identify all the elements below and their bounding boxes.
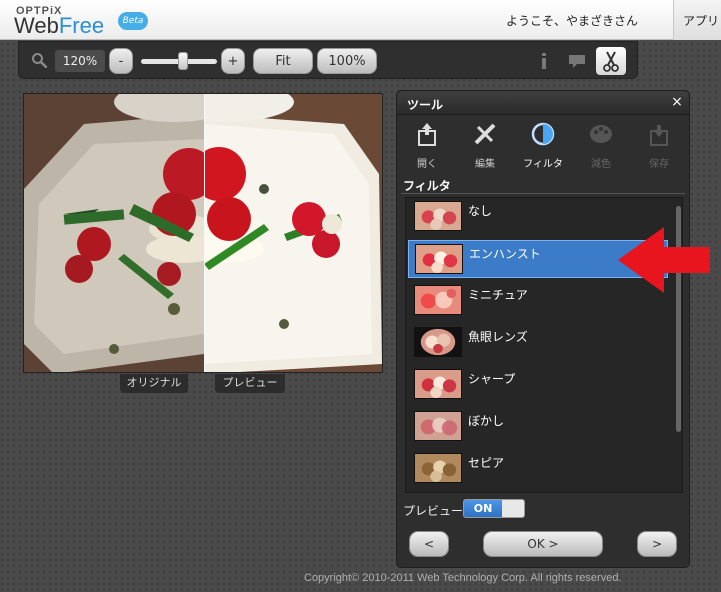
filter-icon xyxy=(531,122,555,146)
zoom-level-display: 120% xyxy=(55,50,105,72)
preview-label: プレビュー xyxy=(215,374,285,393)
tab-color-reduce: 減色 xyxy=(573,121,629,171)
edit-icon xyxy=(474,123,496,145)
tab-edit-label: 編集 xyxy=(475,159,495,170)
app-header: OPTPiX WebFree Beta ようこそ、やまざきさん アプリ xyxy=(0,0,721,40)
filter-thumb xyxy=(414,453,462,483)
filter-thumb xyxy=(414,369,462,399)
zoom-in-button[interactable]: + xyxy=(221,48,245,74)
original-photo xyxy=(24,94,204,372)
zoom-out-button[interactable]: - xyxy=(109,48,133,74)
filter-item-blur[interactable]: ぼかし xyxy=(408,408,668,446)
tab-edit[interactable]: 編集 xyxy=(457,121,513,171)
filter-name: 魚眼レンズ xyxy=(468,330,528,344)
filter-section-title: フィルタ xyxy=(403,179,451,193)
tab-open-label: 開く xyxy=(417,159,437,170)
fit-button[interactable]: Fit xyxy=(253,48,313,74)
filter-item-sharpen[interactable]: シャープ xyxy=(408,366,668,404)
original-label: オリジナル xyxy=(120,374,188,393)
filter-thumb xyxy=(414,201,462,231)
ok-button[interactable]: OK > xyxy=(483,531,603,557)
tab-open[interactable]: 開く xyxy=(399,121,455,171)
next-button[interactable]: > xyxy=(637,531,677,557)
filter-name: エンハンスト xyxy=(469,247,541,261)
crop-button[interactable] xyxy=(596,47,626,75)
tab-save-label: 保存 xyxy=(649,159,669,170)
filter-thumb xyxy=(414,285,462,315)
preview-toggle-on: ON xyxy=(464,500,502,517)
filter-name: ミニチュア xyxy=(468,288,528,302)
preview-toggle-label: プレビュー xyxy=(403,504,464,518)
beta-badge: Beta xyxy=(118,12,148,30)
previous-button[interactable]: < xyxy=(409,531,449,557)
tool-panel: ツール × 開く 編集 フィルタ 減色 保存 フィルタ なし エンハンスト ミニ… xyxy=(396,90,690,568)
logo-web-text: Web xyxy=(14,13,59,38)
panel-title-bar[interactable]: ツール × xyxy=(397,91,689,115)
filter-item-sepia[interactable]: セピア xyxy=(408,450,668,488)
red-arrow-annotation xyxy=(618,227,710,293)
tab-filter-label: フィルタ xyxy=(523,159,563,170)
tab-save: 保存 xyxy=(631,121,687,171)
logo-free-text: Free xyxy=(58,13,105,38)
preview-photo xyxy=(204,94,382,372)
filter-thumb xyxy=(414,327,462,357)
section-divider xyxy=(401,193,685,194)
palette-icon xyxy=(590,125,612,143)
info-icon xyxy=(542,53,546,69)
apps-tab[interactable]: アプリ xyxy=(674,0,721,40)
info-button[interactable] xyxy=(529,47,559,75)
panel-title: ツール xyxy=(407,98,444,112)
preview-toggle[interactable]: ON xyxy=(463,499,525,518)
filter-item-fisheye[interactable]: 魚眼レンズ xyxy=(408,324,668,362)
tab-filter[interactable]: フィルタ xyxy=(515,121,571,171)
filter-name: シャープ xyxy=(468,372,516,386)
tab-color-reduce-label: 減色 xyxy=(591,159,611,170)
filter-name: セピア xyxy=(468,456,505,470)
zoom-slider-thumb[interactable] xyxy=(177,52,188,70)
filter-thumb xyxy=(415,244,463,274)
save-icon xyxy=(650,125,668,146)
view-toolbar: 120% - + Fit 100% xyxy=(18,41,638,79)
filter-thumb xyxy=(414,411,462,441)
photo-comparison-view[interactable] xyxy=(23,93,383,373)
filter-name: ぼかし xyxy=(468,414,505,428)
logo-webfree: WebFree xyxy=(14,15,104,37)
compare-divider-handle[interactable] xyxy=(204,94,205,372)
copyright-notice: Copyright© 2010-2011 Web Technology Corp… xyxy=(304,572,622,584)
filter-name: なし xyxy=(468,204,493,218)
speech-bubble-icon xyxy=(569,55,585,68)
welcome-message: ようこそ、やまざきさん xyxy=(506,14,639,28)
panel-close-button[interactable]: × xyxy=(669,94,685,110)
open-icon xyxy=(418,123,436,146)
actual-size-button[interactable]: 100% xyxy=(317,48,377,74)
magnifier-icon xyxy=(32,53,47,68)
comment-button[interactable] xyxy=(562,47,592,75)
scissors-icon xyxy=(603,51,619,72)
